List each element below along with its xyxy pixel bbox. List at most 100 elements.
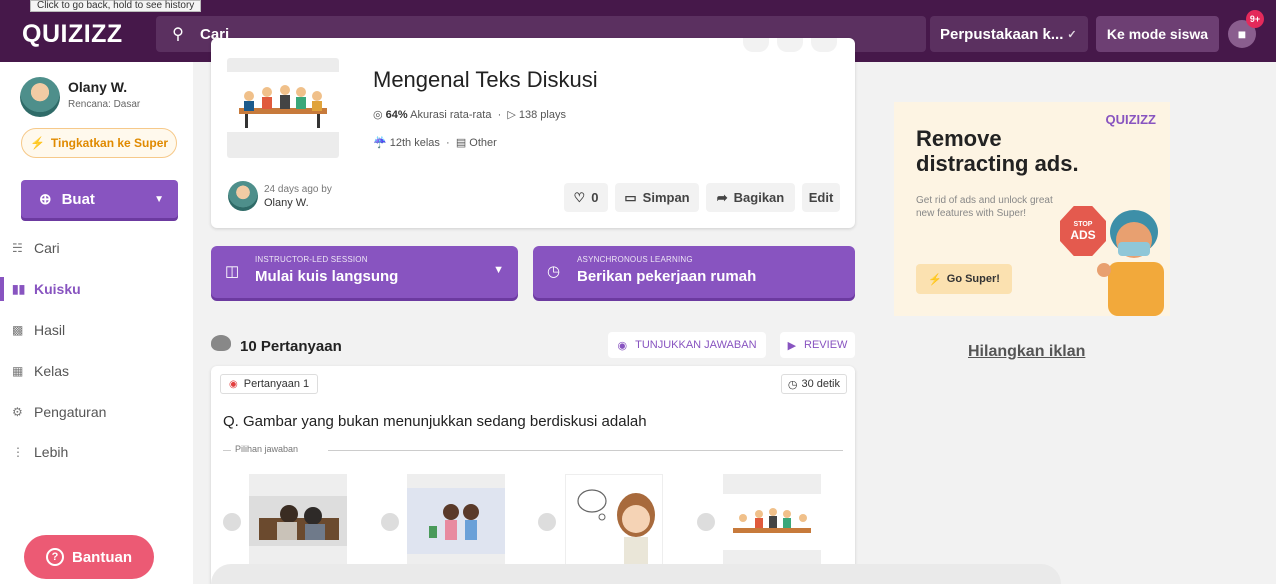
library-dropdown-label: Perpustakaan k...	[940, 25, 1064, 43]
sidebar: Olany W. Rencana: Dasar ⚡ Tingkatkan ke …	[0, 62, 193, 584]
choice-illustration-2	[407, 488, 505, 554]
discussion-illustration	[239, 85, 327, 128]
back-tooltip: Click to go back, hold to see history	[30, 0, 202, 12]
graduation-cap-icon: ☔	[373, 137, 387, 149]
create-button[interactable]: ⊕ Buat ▼	[21, 180, 178, 218]
user-name: Olany W.	[68, 79, 128, 95]
review-button[interactable]: ▶ REVIEW	[780, 332, 855, 358]
sidebar-item-label: Kuisku	[34, 281, 81, 297]
like-count: 0	[591, 190, 599, 205]
accuracy-value: 64%	[385, 109, 408, 121]
go-super-button[interactable]: ⚡ Go Super!	[916, 264, 1012, 294]
question-number: Pertanyaan 1	[243, 378, 310, 390]
grade-label: 12th kelas	[389, 137, 440, 149]
quizizz-logo[interactable]: QUIZIZZ	[22, 20, 123, 49]
character-illustration	[1097, 210, 1164, 316]
homework-button[interactable]: ◷ ASYNCHRONOUS LEARNING Berikan pekerjaa…	[533, 246, 855, 298]
show-answers-button[interactable]: ◉ TUNJUKKAN JAWABAN	[608, 332, 766, 358]
go-super-label: Go Super!	[946, 273, 1000, 285]
heart-icon: ♡	[573, 189, 586, 205]
question-icon: ?	[46, 548, 64, 566]
question-time: ◷ 30 detik	[780, 374, 847, 394]
choice-image-4	[723, 474, 821, 570]
choices-label: Pilihan jawaban	[235, 444, 299, 454]
presentation-icon: ◫	[225, 263, 240, 280]
question-count: 10 Pertanyaan	[240, 338, 342, 355]
remove-ads-link[interactable]: Hilangkan iklan	[968, 343, 1085, 361]
student-mode-button[interactable]: Ke mode siswa	[1096, 16, 1219, 52]
share-icon: ➦	[716, 189, 728, 205]
choice-radio-2[interactable]	[381, 513, 399, 531]
quiz-stats: ◎ 64% Akurasi rata-rata · ▷ 138 plays	[373, 109, 566, 121]
lightning-icon: ⚡	[29, 136, 45, 150]
choice-radio-1[interactable]	[223, 513, 241, 531]
ad-body: Get rid of ads and unlock great new feat…	[916, 195, 1053, 219]
clock-icon: ◷	[547, 263, 561, 280]
library-dropdown[interactable]: Perpustakaan k... ✓	[930, 16, 1088, 52]
more-icon: ⋮	[12, 445, 24, 459]
sidebar-item-kelas[interactable]: ▦ Kelas	[0, 357, 193, 385]
author-avatar	[228, 181, 258, 211]
book-icon: ▤	[455, 137, 467, 149]
library-icon: ▮▮	[12, 282, 26, 296]
notification-badge: 9+	[1246, 10, 1264, 28]
live-session-label: Mulai kuis langsung	[255, 268, 399, 285]
upgrade-label: Tingkatkan ke Super	[50, 136, 169, 150]
quiz-meta: ☔ 12th kelas · ▤ Other	[373, 137, 497, 149]
subject-label: Other	[469, 137, 497, 149]
print-icon[interactable]	[777, 38, 803, 52]
choice-illustration-4	[723, 494, 821, 550]
copy-icon[interactable]	[743, 38, 769, 52]
search-icon: ⚲	[172, 26, 184, 43]
delete-icon[interactable]	[811, 38, 837, 52]
choice-radio-3[interactable]	[538, 513, 556, 531]
sidebar-item-kuisku[interactable]: ▮▮ Kuisku	[0, 275, 193, 303]
upgrade-button[interactable]: ⚡ Tingkatkan ke Super	[21, 128, 177, 158]
choice-image-1	[249, 474, 347, 570]
author-name: Olany W.	[264, 197, 309, 209]
question-card: ◉ Pertanyaan 1 ◷ 30 detik Q. Gambar yang…	[211, 366, 855, 584]
created-time: 24 days ago by	[264, 184, 332, 195]
edit-button[interactable]: Edit	[802, 183, 840, 212]
sidebar-item-lebih[interactable]: ⋮ Lebih	[0, 438, 193, 466]
save-button[interactable]: ▭ Simpan	[615, 183, 699, 212]
quiz-title: Mengenal Teks Diskusi	[373, 67, 598, 92]
quiz-thumbnail	[227, 58, 339, 158]
chevron-down-icon[interactable]: ▼	[493, 264, 504, 276]
answer-choices-divider: Pilihan jawaban	[223, 444, 843, 458]
sidebar-item-label: Hasil	[34, 322, 66, 338]
quiz-info-card: Mengenal Teks Diskusi ◎ 64% Akurasi rata…	[211, 38, 855, 228]
chevron-down-icon: ▼	[154, 193, 164, 205]
choice-radio-4[interactable]	[697, 513, 715, 531]
choice-photo-1	[249, 496, 347, 546]
choice-image-2	[407, 474, 505, 570]
choice-image-3	[565, 474, 663, 571]
help-button[interactable]: ? Bantuan	[24, 535, 154, 579]
async-caption: ASYNCHRONOUS LEARNING	[577, 255, 693, 264]
choice-illustration-3	[577, 489, 655, 571]
question-tag: ◉ Pertanyaan 1	[220, 374, 319, 394]
reports-icon: ▩	[12, 323, 24, 337]
share-label: Bagikan	[733, 190, 785, 205]
ad-banner[interactable]: QUIZIZZ Remove distracting ads. Get rid …	[894, 102, 1170, 316]
create-label: Buat	[61, 190, 95, 208]
sidebar-item-pengaturan[interactable]: ⚙ Pengaturan	[0, 398, 193, 426]
sidebar-item-label: Cari	[34, 240, 60, 256]
like-button[interactable]: ♡ 0	[564, 183, 608, 212]
ads-label: ADS	[1070, 228, 1096, 242]
accuracy-label: Akurasi rata-rata	[410, 109, 492, 121]
share-button[interactable]: ➦ Bagikan	[706, 183, 795, 212]
quiz-actions-top	[743, 38, 837, 52]
sidebar-item-label: Pengaturan	[34, 404, 107, 420]
target-icon: ◉	[229, 378, 238, 390]
sidebar-item-cari[interactable]: ☵ Cari	[0, 234, 193, 262]
plays-count: 138 plays	[518, 109, 566, 121]
save-label: Simpan	[642, 190, 690, 205]
avatar[interactable]	[20, 77, 60, 117]
review-label: REVIEW	[804, 339, 848, 351]
sidebar-item-hasil[interactable]: ▩ Hasil	[0, 316, 193, 344]
user-plan: Rencana: Dasar	[68, 99, 141, 110]
live-quiz-button[interactable]: ◫ INSTRUCTOR-LED SESSION Mulai kuis lang…	[211, 246, 518, 298]
live-session-caption: INSTRUCTOR-LED SESSION	[255, 255, 368, 264]
time-label: 30 detik	[801, 378, 840, 390]
